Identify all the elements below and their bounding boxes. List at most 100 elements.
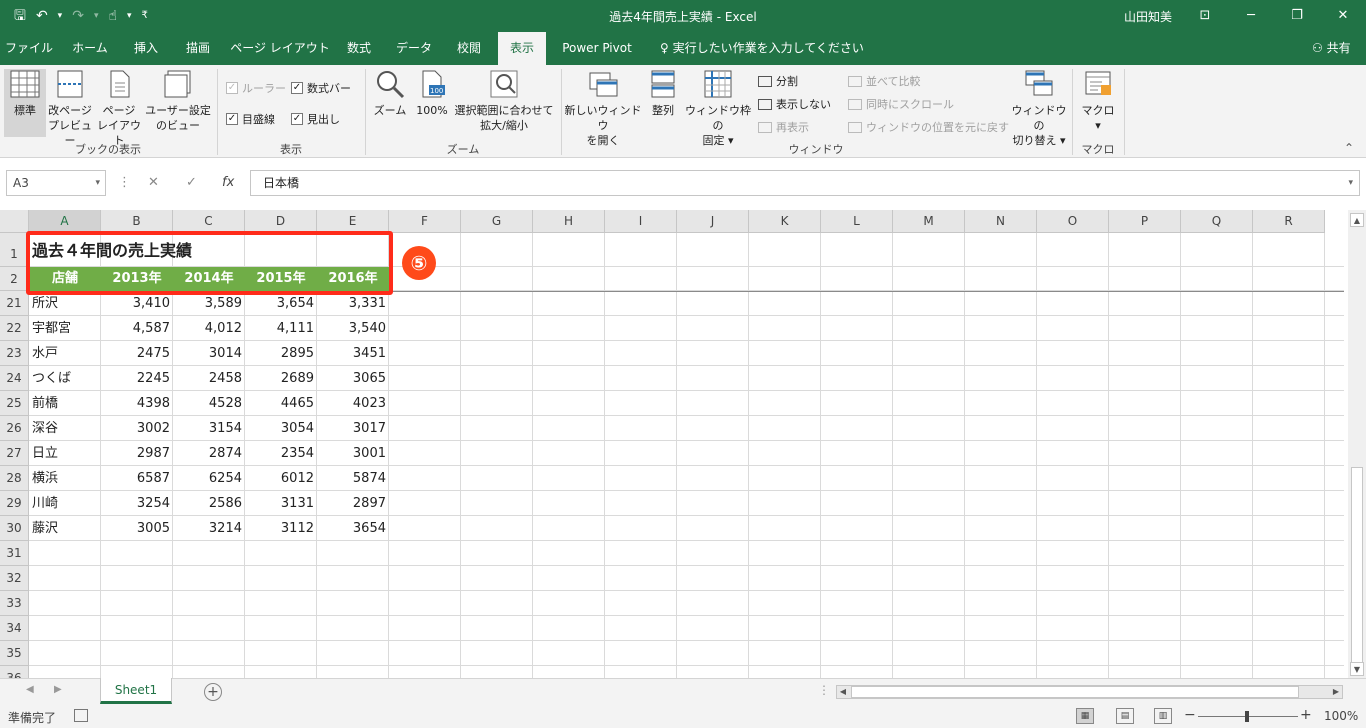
sales-value-cell[interactable]: 4528: [173, 391, 245, 416]
column-header-m[interactable]: M: [893, 210, 965, 233]
sales-value-cell[interactable]: 2874: [173, 441, 245, 466]
headings-checkbox[interactable]: ✓ 見出し: [291, 111, 340, 127]
sales-value-cell[interactable]: 6254: [173, 466, 245, 491]
switch-windows-button[interactable]: ウィンドウの 切り替え ▾: [1008, 69, 1070, 148]
row-header-1[interactable]: 1: [0, 233, 29, 267]
tab-draw[interactable]: 描画: [174, 32, 222, 65]
redo-icon[interactable]: ↷: [72, 6, 84, 26]
column-header-f[interactable]: F: [389, 210, 461, 233]
row-header-31[interactable]: 31: [0, 541, 29, 566]
row-header-23[interactable]: 23: [0, 341, 29, 366]
cancel-icon[interactable]: ✕: [148, 170, 159, 196]
store-name-cell[interactable]: 藤沢: [29, 516, 101, 541]
sales-value-cell[interactable]: 6012: [245, 466, 317, 491]
sales-value-cell[interactable]: 3654: [317, 516, 389, 541]
column-header-e[interactable]: E: [317, 210, 389, 233]
enter-icon[interactable]: ✓: [186, 170, 197, 196]
store-name-cell[interactable]: 宇都宮: [29, 316, 101, 341]
sales-value-cell[interactable]: 6587: [101, 466, 173, 491]
sales-value-cell[interactable]: 4465: [245, 391, 317, 416]
row-header-26[interactable]: 26: [0, 416, 29, 441]
column-header-l[interactable]: L: [821, 210, 893, 233]
sales-value-cell[interactable]: 2895: [245, 341, 317, 366]
expand-formula-bar-icon[interactable]: ▾: [1348, 171, 1353, 195]
sales-value-cell[interactable]: 3002: [101, 416, 173, 441]
tab-view[interactable]: 表示: [498, 32, 546, 65]
store-name-cell[interactable]: 横浜: [29, 466, 101, 491]
column-header-h[interactable]: H: [533, 210, 605, 233]
prev-sheet-icon[interactable]: ◀: [26, 684, 34, 695]
scroll-right-icon[interactable]: ▶: [1330, 686, 1342, 698]
column-header-d[interactable]: D: [245, 210, 317, 233]
row-header-22[interactable]: 22: [0, 316, 29, 341]
minimize-button[interactable]: ─: [1228, 0, 1274, 32]
sales-value-cell[interactable]: 5874: [317, 466, 389, 491]
ruler-checkbox[interactable]: ✓ ルーラー: [226, 80, 286, 96]
scroll-left-icon[interactable]: ◀: [837, 686, 849, 698]
sales-value-cell[interactable]: 3,540: [317, 316, 389, 341]
tab-insert[interactable]: 挿入: [122, 32, 170, 65]
ribbon-display-options-icon[interactable]: ⊡: [1182, 0, 1228, 32]
name-box-dropdown-icon[interactable]: ▾: [95, 171, 100, 195]
column-header-i[interactable]: I: [605, 210, 677, 233]
tab-page-layout[interactable]: ページ レイアウト: [228, 32, 332, 65]
row-header-2[interactable]: 2: [0, 267, 29, 291]
scroll-up-icon[interactable]: ▲: [1350, 213, 1364, 227]
macros-button[interactable]: マクロ ▾: [1076, 69, 1120, 133]
restore-button[interactable]: ❐: [1274, 0, 1320, 32]
page-layout-view-button[interactable]: ページ レイアウト: [96, 69, 142, 148]
horizontal-scrollbar[interactable]: ◀ ▶: [836, 685, 1343, 699]
sales-value-cell[interactable]: 2354: [245, 441, 317, 466]
sales-value-cell[interactable]: 3001: [317, 441, 389, 466]
close-button[interactable]: ✕: [1320, 0, 1366, 32]
share-button[interactable]: ⚇ 共有: [1312, 32, 1351, 65]
zoom-slider-thumb[interactable]: [1245, 711, 1249, 722]
sales-value-cell[interactable]: 3054: [245, 416, 317, 441]
tab-formulas[interactable]: 数式: [336, 32, 382, 65]
sales-value-cell[interactable]: 3017: [317, 416, 389, 441]
column-header-k[interactable]: K: [749, 210, 821, 233]
custom-views-button[interactable]: ユーザー設定 のビュー: [144, 69, 212, 133]
sales-value-cell[interactable]: 4023: [317, 391, 389, 416]
column-header-r[interactable]: R: [1253, 210, 1325, 233]
sales-value-cell[interactable]: 2475: [101, 341, 173, 366]
row-header-36[interactable]: 36: [0, 666, 29, 678]
zoom-out-icon[interactable]: −: [1184, 707, 1196, 723]
row-header-29[interactable]: 29: [0, 491, 29, 516]
normal-view-button[interactable]: 標準: [4, 69, 46, 137]
undo-dropdown-icon[interactable]: ▾: [58, 6, 63, 26]
save-icon[interactable]: 🖫: [14, 6, 26, 26]
view-side-by-side-button[interactable]: 並べて比較: [848, 73, 921, 89]
reset-window-position-button[interactable]: ウィンドウの位置を元に戻す: [848, 119, 1009, 135]
sales-value-cell[interactable]: 2987: [101, 441, 173, 466]
synchronous-scrolling-button[interactable]: 同時にスクロール: [848, 96, 954, 112]
sales-value-cell[interactable]: 2689: [245, 366, 317, 391]
unhide-button[interactable]: 再表示: [758, 119, 809, 135]
page-break-preview-button[interactable]: 改ページ プレビュー: [48, 69, 92, 148]
name-box[interactable]: A3 ▾: [6, 170, 106, 196]
arrange-all-button[interactable]: 整列: [644, 69, 682, 118]
store-name-cell[interactable]: 深谷: [29, 416, 101, 441]
zoom-to-selection-button[interactable]: 選択範囲に合わせて 拡大/縮小: [452, 69, 556, 133]
freeze-panes-button[interactable]: ウィンドウ枠の 固定 ▾: [684, 69, 752, 148]
zoom-in-icon[interactable]: +: [1300, 707, 1312, 723]
sales-value-cell[interactable]: 4,012: [173, 316, 245, 341]
sales-value-cell[interactable]: 3112: [245, 516, 317, 541]
sales-value-cell[interactable]: 3214: [173, 516, 245, 541]
column-header-p[interactable]: P: [1109, 210, 1181, 233]
sales-value-cell[interactable]: 2897: [317, 491, 389, 516]
sales-value-cell[interactable]: 2245: [101, 366, 173, 391]
row-header-35[interactable]: 35: [0, 641, 29, 666]
zoom-button[interactable]: ズーム: [370, 69, 410, 118]
row-header-25[interactable]: 25: [0, 391, 29, 416]
tab-data[interactable]: データ: [390, 32, 438, 65]
row-header-30[interactable]: 30: [0, 516, 29, 541]
column-header-b[interactable]: B: [101, 210, 173, 233]
column-header-c[interactable]: C: [173, 210, 245, 233]
column-header-q[interactable]: Q: [1181, 210, 1253, 233]
tab-review[interactable]: 校閲: [446, 32, 492, 65]
collapse-ribbon-icon[interactable]: ⌃: [1344, 141, 1354, 155]
row-header-32[interactable]: 32: [0, 566, 29, 591]
column-header-j[interactable]: J: [677, 210, 749, 233]
vertical-scrollbar[interactable]: ▲ ▼: [1348, 210, 1366, 678]
